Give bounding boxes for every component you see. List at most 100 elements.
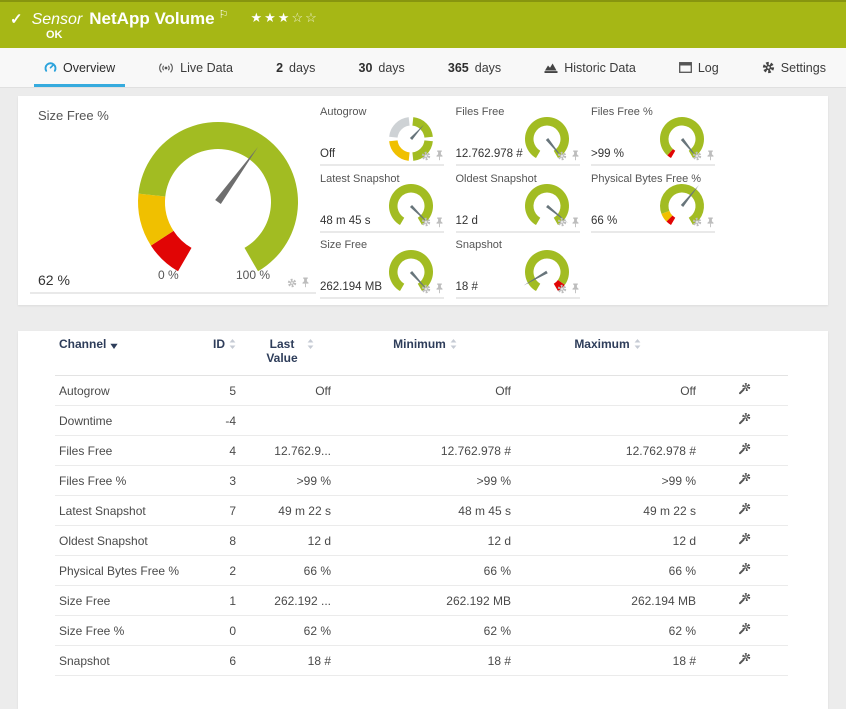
- channel-maximum-cell: 12.762.978 #: [515, 435, 700, 466]
- channel-row: Files Free 4 12.762.9... 12.762.978 #12.762…: [55, 435, 788, 466]
- gauge-value: 12.762.978 #: [455, 148, 523, 160]
- channel-id-cell: 7: [195, 495, 240, 526]
- sensor-header: ✓ Sensor NetApp Volume ⚐ ★★★☆☆ OK: [0, 0, 846, 48]
- tab-bar: Overview Live Data 2 days 30 days 365 days Histo…: [0, 48, 846, 88]
- gauge-panel-physical-bytes-free: Physical Bytes Free % 66 %: [591, 171, 715, 233]
- gauge-settings-gear-icon[interactable]: [692, 151, 702, 161]
- sensor-title: NetApp Volume: [89, 9, 215, 28]
- channel-maximum-cell: [515, 405, 700, 436]
- gauge-pin-icon[interactable]: [706, 217, 715, 228]
- channel-name-cell: Downtime: [55, 405, 195, 436]
- gauge-panel-oldest-snapshot: Oldest Snapshot 12 d: [455, 171, 580, 233]
- sensor-kind-label: Sensor: [31, 11, 83, 28]
- gauges-card: Size Free % 0 % 100 % 62 % Autogrow Off Fi…: [18, 96, 828, 305]
- gauge-settings-gear-icon[interactable]: [421, 284, 431, 294]
- channel-id-cell: 4: [195, 435, 240, 466]
- channel-last-value-cell: 66 %: [240, 555, 335, 586]
- active-tab-underline: [34, 84, 126, 87]
- flag-icon[interactable]: ⚐: [219, 8, 229, 21]
- gauge-pin-icon[interactable]: [301, 277, 310, 288]
- gauge-panel-files-free: Files Free 12.762.978 #: [455, 104, 580, 166]
- star-filled-icon[interactable]: ★: [278, 10, 292, 25]
- channel-settings-icon[interactable]: [737, 592, 752, 606]
- gauge-settings-gear-icon[interactable]: [557, 217, 567, 227]
- gauge-label: Files Free %: [591, 106, 653, 118]
- channel-settings-icon[interactable]: [737, 382, 752, 396]
- gauge-panel-autogrow: Autogrow Off: [320, 104, 444, 166]
- star-filled-icon[interactable]: ★: [250, 10, 264, 25]
- channel-row: Snapshot 6 18 #18 #18 #: [55, 645, 788, 676]
- gauge-pin-icon[interactable]: [706, 150, 715, 161]
- channel-maximum-cell: 49 m 22 s: [515, 495, 700, 526]
- tab-365-days[interactable]: 365 days: [442, 48, 507, 87]
- channel-id-cell: 0: [195, 615, 240, 646]
- tab-live-data[interactable]: Live Data: [152, 48, 239, 87]
- gauge-settings-gear-icon[interactable]: [421, 151, 431, 161]
- tab-settings[interactable]: Settings: [756, 48, 832, 87]
- panel-actions: [557, 217, 580, 228]
- main-gauge-label: Size Free %: [38, 108, 109, 123]
- column-header-channel[interactable]: Channel: [55, 331, 195, 376]
- channel-minimum-cell: [335, 405, 515, 436]
- channel-id-cell: 5: [195, 375, 240, 406]
- gauge-pin-icon[interactable]: [571, 283, 580, 294]
- gauge-settings-gear-icon[interactable]: [692, 217, 702, 227]
- channel-minimum-cell: >99 %: [335, 465, 515, 496]
- column-header-last-value[interactable]: Last Value: [240, 331, 335, 376]
- gauge-settings-gear-icon[interactable]: [557, 151, 567, 161]
- star-filled-icon[interactable]: ★: [264, 10, 278, 25]
- gauge-pin-icon[interactable]: [435, 217, 444, 228]
- column-header-id[interactable]: ID: [195, 331, 240, 376]
- channel-row: Files Free % 3 >99 % >99 % >99 %: [55, 465, 788, 496]
- channel-maximum-cell: 12 d: [515, 525, 700, 556]
- gauge-settings-gear-icon[interactable]: [421, 217, 431, 227]
- star-empty-icon[interactable]: ☆: [291, 10, 305, 25]
- channel-name-cell: Snapshot: [55, 645, 195, 676]
- main-gauge-max-label: 100 %: [236, 268, 271, 282]
- log-icon: [678, 62, 692, 73]
- gauge-settings-gear-icon[interactable]: [557, 284, 567, 294]
- gauge-label: Snapshot: [455, 239, 502, 251]
- gauge-pin-icon[interactable]: [571, 150, 580, 161]
- channel-name-cell: Size Free: [55, 585, 195, 616]
- tab-2-days[interactable]: 2 days: [270, 48, 321, 87]
- channel-minimum-cell: 66 %: [335, 555, 515, 586]
- priority-stars[interactable]: ★★★☆☆: [250, 10, 318, 26]
- tab-historic-data[interactable]: Historic Data: [538, 48, 642, 87]
- channel-name-cell: Files Free: [55, 435, 195, 466]
- tab-30-days[interactable]: 30 days: [353, 48, 411, 87]
- tab-log[interactable]: Log: [673, 48, 725, 87]
- gauge-settings-gear-icon[interactable]: [287, 278, 297, 288]
- gauge-pin-icon[interactable]: [571, 217, 580, 228]
- channel-table: Channel ID Last Value Minimum Maximum Au…: [55, 331, 788, 676]
- channel-settings-icon[interactable]: [737, 472, 752, 486]
- gauge-pin-icon[interactable]: [435, 150, 444, 161]
- gear-icon: [762, 61, 775, 74]
- channel-settings-icon[interactable]: [737, 502, 752, 516]
- gauge-pin-icon[interactable]: [435, 283, 444, 294]
- channel-settings-icon[interactable]: [737, 562, 752, 576]
- channel-settings-icon[interactable]: [737, 622, 752, 636]
- gauge-value: >99 %: [591, 148, 624, 160]
- gauge-panel-main: Size Free % 0 % 100 % 62 %: [30, 102, 316, 294]
- channel-settings-icon[interactable]: [737, 412, 752, 426]
- main-panel-actions: [287, 277, 310, 288]
- channel-name-cell: Latest Snapshot: [55, 495, 195, 526]
- column-header-actions: [700, 331, 788, 376]
- channel-name-cell: Size Free %: [55, 615, 195, 646]
- channel-settings-icon[interactable]: [737, 532, 752, 546]
- channel-settings-icon[interactable]: [737, 442, 752, 456]
- channel-last-value-cell: 262.192 ...: [240, 585, 335, 616]
- column-header-minimum[interactable]: Minimum: [335, 331, 515, 376]
- channel-name-cell: Autogrow: [55, 375, 195, 406]
- channel-settings-icon[interactable]: [737, 652, 752, 666]
- column-header-maximum[interactable]: Maximum: [515, 331, 700, 376]
- sensor-title-row: ✓ Sensor NetApp Volume ⚐ ★★★☆☆: [10, 9, 319, 29]
- main-gauge-value: 62 %: [38, 272, 70, 288]
- panel-actions: [557, 283, 580, 294]
- star-empty-icon[interactable]: ☆: [305, 10, 319, 25]
- tab-overview[interactable]: Overview: [34, 48, 126, 87]
- channel-id-cell: 3: [195, 465, 240, 496]
- main-gauge: [138, 121, 299, 272]
- gauge-value: 66 %: [591, 214, 618, 227]
